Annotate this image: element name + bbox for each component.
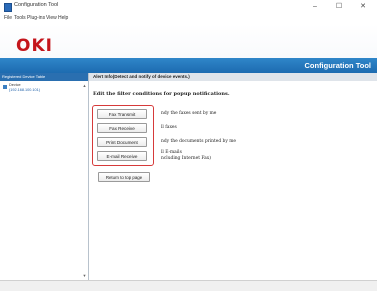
fax-receive-desc: ll faxes [161,125,177,130]
close-button[interactable]: ✕ [354,1,372,12]
oki-logo: OKI [16,36,53,56]
menu-tools[interactable]: Tools [14,15,26,21]
print-document-button[interactable]: Print Document [97,137,147,147]
menu-help[interactable]: Help [58,15,68,21]
title-bar: Configuration Tool – ☐ ✕ [0,0,377,14]
menu-view[interactable]: View [46,15,57,21]
menu-plugins[interactable]: Plug-ins [27,15,45,21]
fax-transmit-button[interactable]: Fax Transmit [97,109,147,119]
device-sidebar: Registered Device Table Device (192.168.… [0,73,89,280]
status-bar [0,280,377,291]
header-title: Configuration Tool [304,61,371,70]
fax-receive-button[interactable]: Fax Receive [97,123,147,133]
return-to-top-button[interactable]: Return to top page [98,172,150,182]
minimize-button[interactable]: – [306,1,324,12]
printer-icon [3,85,7,89]
scroll-down-arrow-icon[interactable]: ▼ [82,273,87,278]
menu-file[interactable]: File [4,15,12,21]
email-receive-button[interactable]: E-mail Receive [97,151,147,161]
maximize-button[interactable]: ☐ [330,1,348,12]
menu-bar: File Tools Plug-ins View Help [0,14,377,24]
sidebar-item-device-name[interactable]: Device [9,83,21,87]
sidebar-header: Registered Device Table [0,73,88,81]
app-icon [4,3,12,12]
fax-transmit-desc: ndy the faxes sent by me [161,111,217,116]
email-receive-desc: ll E-mails [161,150,182,155]
print-document-desc: ndy the documents printed by me [161,139,237,144]
window-title: Configuration Tool [14,2,59,8]
email-receive-desc-2: ncluding Internet Fax) [161,156,211,161]
sidebar-item-device-address[interactable]: (192.168.100.101) [9,88,40,92]
instruction-text: Edit the filter conditions for popup not… [93,91,230,97]
scroll-up-arrow-icon[interactable]: ▲ [82,83,87,88]
panel-header: Alert Info(Detect and notify of device e… [89,73,377,81]
alert-info-panel: Alert Info(Detect and notify of device e… [89,73,377,280]
